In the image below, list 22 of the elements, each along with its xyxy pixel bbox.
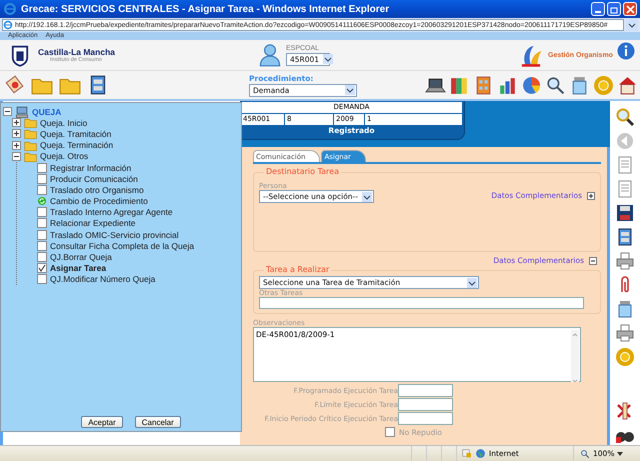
tree-item[interactable]: Consultar Ficha Completa de la Queja [50,240,194,251]
tree-item[interactable]: Relacionar Expediente [50,218,136,228]
tree-item[interactable]: QUEJA [32,106,62,117]
window-title: Grecae: SERVICIOS CENTRALES - Asignar Tarea - Windows Internet Explorer [21,4,390,14]
tree-item[interactable]: Asignar Tarea [50,263,106,274]
fieldset-legend: Destinatario Tarea [264,167,341,176]
tree-item[interactable]: Queja. Inicio [40,118,88,128]
tree-item[interactable]: QJ.Borrar Queja [50,252,112,262]
dialog-button[interactable]: Cancelar [134,416,181,428]
fieldset-legend: Tarea a Realizar [264,265,332,274]
dialog-button[interactable]: Aceptar [81,416,123,428]
tree-item[interactable]: Traslado Interno Agregar Agente [50,207,173,218]
tree-item[interactable]: Queja. Otros [40,151,88,162]
tree-item[interactable]: Registrar Información [50,162,132,173]
tree-item[interactable]: Producir Comunicación [50,174,138,184]
organization-name: Castilla-La Mancha [38,47,115,57]
tree-item[interactable]: Queja. Terminación [40,140,114,150]
tree-item[interactable]: Traslado OMIC-Servicio provincial [50,230,179,240]
tree-item[interactable]: Cambio de Procedimiento [50,196,148,206]
tree-item[interactable]: Queja. Tramitación [40,128,112,139]
tree-item[interactable]: Traslado otro Organismo [50,184,144,195]
tree-item[interactable]: QJ.Modificar Número Queja [50,274,156,284]
